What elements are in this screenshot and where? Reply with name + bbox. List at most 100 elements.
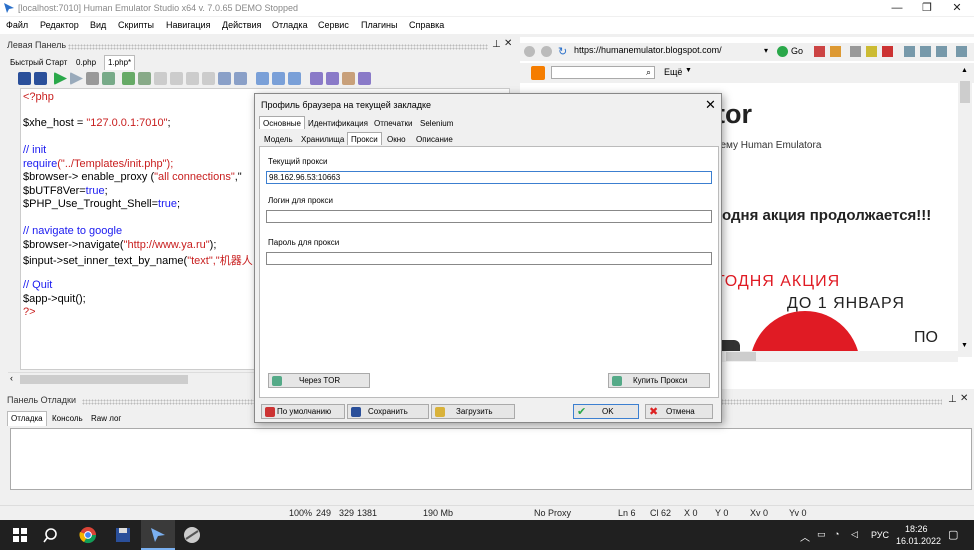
tab-1-php[interactable]: 1.php*: [104, 55, 136, 70]
app-icon[interactable]: [182, 525, 202, 545]
tab-raw-log[interactable]: Raw лог: [88, 412, 124, 426]
tab-quick-start[interactable]: Быстрый Старт: [7, 56, 70, 70]
save-app-icon[interactable]: [113, 525, 133, 545]
address-dropdown-icon[interactable]: ▾: [764, 46, 768, 55]
tab-debug[interactable]: Отладка: [7, 411, 47, 426]
menu-scripts[interactable]: Скрипты: [118, 20, 154, 30]
step-out-icon[interactable]: [186, 72, 199, 85]
scroll-up-icon[interactable]: ▲: [961, 67, 968, 74]
menu-actions[interactable]: Действия: [222, 20, 261, 30]
load-button[interactable]: Загрузить: [431, 404, 515, 419]
pin-icon[interactable]: ⊥: [948, 394, 957, 405]
default-button[interactable]: По умолчанию: [261, 404, 345, 419]
tab-model[interactable]: Модель: [261, 133, 296, 146]
sync-icon[interactable]: [326, 72, 339, 85]
menu-service[interactable]: Сервис: [318, 20, 349, 30]
gear-icon[interactable]: [102, 72, 115, 85]
menu-editor[interactable]: Редактор: [40, 20, 79, 30]
menu-file[interactable]: Файл: [6, 20, 28, 30]
menu-plugins[interactable]: Плагины: [361, 20, 397, 30]
tab-identification[interactable]: Идентификация: [305, 117, 371, 130]
battery-icon[interactable]: ▭: [817, 529, 826, 540]
search-icon[interactable]: [42, 525, 62, 545]
back-icon[interactable]: [524, 46, 535, 57]
debug-icon[interactable]: [138, 72, 151, 85]
scrollbar-thumb[interactable]: [960, 81, 970, 103]
save-button[interactable]: Сохранить: [347, 404, 429, 419]
menu-help[interactable]: Справка: [409, 20, 444, 30]
scrollbar-thumb[interactable]: [20, 375, 188, 384]
go-icon[interactable]: [777, 46, 788, 57]
tor-button[interactable]: Через TOR: [268, 373, 370, 388]
toolbar-icon-9[interactable]: [956, 46, 967, 57]
step-icon[interactable]: [70, 72, 83, 85]
blog-search-input[interactable]: ⌕: [551, 66, 655, 79]
chevron-down-icon[interactable]: ▼: [685, 67, 692, 74]
language-indicator[interactable]: РУС: [871, 530, 889, 540]
scroll-left-icon[interactable]: ‹: [10, 373, 13, 383]
blogger-icon[interactable]: [531, 66, 545, 80]
step-into-icon[interactable]: [154, 72, 167, 85]
clock-date[interactable]: 16.01.2022: [896, 536, 941, 546]
browser-horizontal-scrollbar[interactable]: [718, 351, 958, 362]
maximize-button[interactable]: ❐: [912, 0, 942, 16]
tab-fingerprints[interactable]: Отпечатки: [371, 117, 415, 130]
toolbar-icon-5[interactable]: [882, 46, 893, 57]
toolbar-icon-4[interactable]: [866, 46, 877, 57]
proxy-login-input[interactable]: [266, 210, 712, 223]
notifications-icon[interactable]: ▢: [948, 528, 958, 541]
toolbar-icon-1[interactable]: [814, 46, 825, 57]
bug-icon[interactable]: [122, 72, 135, 85]
template-icon[interactable]: [272, 72, 285, 85]
group-icon[interactable]: [310, 72, 323, 85]
close-button[interactable]: ✕: [942, 0, 972, 16]
tab-window[interactable]: Окно: [384, 133, 409, 146]
tab-0-php[interactable]: 0.php: [73, 56, 99, 70]
debug-output[interactable]: [10, 428, 972, 490]
promo-heading[interactable]: годня акция продолжается!!!: [716, 207, 931, 224]
clock-time[interactable]: 18:26: [905, 524, 928, 534]
tab-storage[interactable]: Хранилища: [298, 133, 347, 146]
search-icon[interactable]: ⌕: [646, 67, 651, 78]
tab-console[interactable]: Консоль: [49, 412, 86, 426]
buy-proxy-button[interactable]: Купить Прокси: [608, 373, 710, 388]
toolbar-icon-3[interactable]: [850, 46, 861, 57]
toolbar-icon-2[interactable]: [830, 46, 841, 57]
tab-proxy[interactable]: Прокси: [347, 132, 382, 145]
tab-description[interactable]: Описание: [413, 133, 456, 146]
ok-button[interactable]: ✔ OK: [573, 404, 639, 419]
search-icon[interactable]: [218, 72, 231, 85]
current-proxy-input[interactable]: 98.162.96.53:10663: [266, 171, 712, 184]
cancel-button[interactable]: ✖ Отмена: [645, 404, 713, 419]
tools-icon[interactable]: [358, 72, 371, 85]
address-bar[interactable]: https://humanemulator.blogspot.com/: [574, 45, 774, 55]
go-button[interactable]: Go: [791, 46, 803, 56]
stop-icon[interactable]: [86, 72, 99, 85]
breakpoint-icon[interactable]: [202, 72, 215, 85]
menu-view[interactable]: Вид: [90, 20, 106, 30]
step-over-icon[interactable]: [170, 72, 183, 85]
tab-basic[interactable]: Основные: [259, 116, 305, 129]
refresh-icon[interactable]: ↻: [558, 45, 567, 58]
save-all-icon[interactable]: [34, 72, 47, 85]
minimize-button[interactable]: —: [882, 0, 912, 16]
save-icon[interactable]: [18, 72, 31, 85]
taskbar-active-app[interactable]: [141, 520, 175, 550]
volume-icon[interactable]: ◁: [851, 529, 858, 540]
pin-icon[interactable]: ⊥: [492, 39, 501, 50]
toolbar-icon-8[interactable]: [936, 46, 947, 57]
toolbar-icon-6[interactable]: [904, 46, 915, 57]
toolbar-icon-7[interactable]: [920, 46, 931, 57]
run-icon[interactable]: [54, 72, 67, 85]
chrome-icon[interactable]: [78, 525, 98, 545]
insert-icon[interactable]: [256, 72, 269, 85]
menu-debug[interactable]: Отладка: [272, 20, 308, 30]
tab-selenium[interactable]: Selenium: [417, 117, 456, 130]
scroll-down-icon[interactable]: ▼: [961, 342, 968, 349]
windows-start-icon[interactable]: [10, 525, 30, 545]
form-icon[interactable]: [288, 72, 301, 85]
wand-icon[interactable]: [342, 72, 355, 85]
tray-chevron-icon[interactable]: ︿: [800, 529, 810, 544]
forward-icon[interactable]: [541, 46, 552, 57]
menu-navigation[interactable]: Навигация: [166, 20, 210, 30]
